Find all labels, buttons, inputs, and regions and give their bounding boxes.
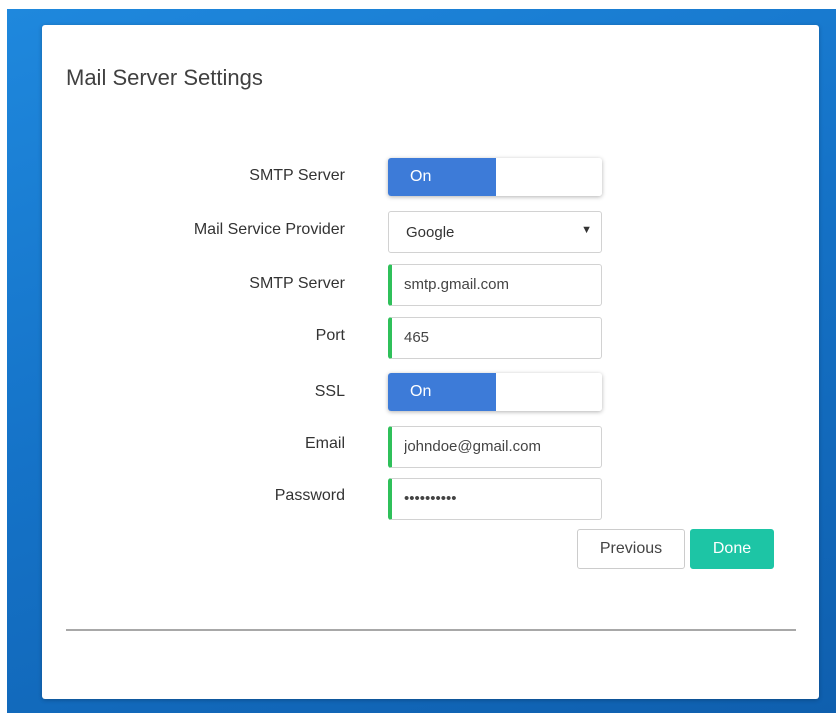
footer-divider — [66, 629, 796, 631]
password-field — [388, 478, 602, 520]
chevron-down-icon: ▼ — [581, 224, 592, 236]
ssl-toggle[interactable]: On — [388, 373, 602, 411]
port-label: Port — [315, 327, 345, 344]
port-field — [388, 317, 602, 359]
smtp-server-toggle-knob[interactable] — [496, 158, 602, 196]
smtp-server-host-label: SMTP Server — [249, 275, 345, 292]
mail-server-settings-dialog: Mail Server Settings SMTP Server On Mail… — [42, 25, 819, 699]
port-input[interactable] — [392, 318, 594, 356]
smtp-server-toggle-on: On — [388, 158, 496, 196]
ssl-toggle-label: SSL — [314, 383, 345, 400]
email-label: Email — [304, 435, 345, 452]
mail-service-provider-value: Google — [406, 224, 455, 241]
dialog-title: Mail Server Settings — [66, 65, 263, 90]
email-input[interactable] — [392, 427, 594, 465]
previous-button[interactable]: Previous — [577, 529, 685, 569]
smtp-server-toggle[interactable]: On — [388, 158, 602, 196]
password-input[interactable] — [392, 479, 594, 517]
ssl-toggle-on: On — [388, 373, 496, 411]
password-label: Password — [274, 487, 345, 504]
mail-service-provider-select[interactable]: Google ▼ — [388, 211, 602, 253]
done-button[interactable]: Done — [690, 529, 774, 569]
smtp-server-host-input[interactable] — [392, 265, 594, 303]
ssl-toggle-knob[interactable] — [496, 373, 602, 411]
mail-service-provider-label: Mail Service Provider — [193, 221, 345, 238]
email-field — [388, 426, 602, 468]
smtp-server-toggle-label: SMTP Server — [249, 167, 345, 184]
smtp-server-host-field — [388, 264, 602, 306]
